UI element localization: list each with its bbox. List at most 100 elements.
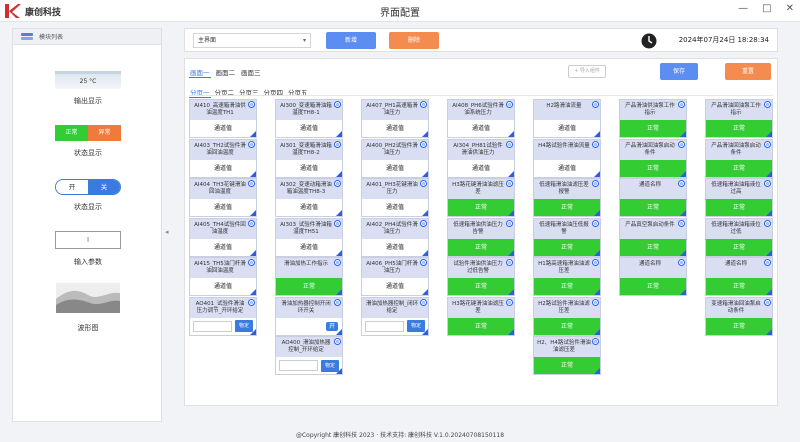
gear-icon[interactable]: ⚙ [592, 219, 599, 227]
card-value-input[interactable] [365, 320, 404, 332]
component-card[interactable]: AI303_试验件滑油箱温度TH51 通道值 ⚙ [275, 217, 343, 257]
component-card[interactable]: AO401_试验件滑油压力调节_开环给定 物定 ⚙ [189, 296, 257, 336]
module-input-param[interactable]: I 输入参数 [13, 231, 163, 267]
component-card[interactable]: AI404_TH3花键滑油回油温度 通道值 ⚙ [189, 178, 257, 217]
gear-icon[interactable]: ⚙ [592, 259, 599, 266]
gear-icon[interactable]: ⚙ [420, 219, 427, 227]
resize-handle-icon[interactable] [766, 249, 772, 256]
component-card[interactable]: AO400_滑油加热器控制_开环给定 物定 ⚙ [275, 336, 343, 375]
component-card[interactable]: 通道名称 正常 ⚙ [619, 178, 687, 217]
gear-icon[interactable]: ⚙ [678, 101, 685, 108]
resize-handle-icon[interactable] [250, 249, 256, 256]
gear-icon[interactable]: ⚙ [334, 338, 341, 345]
import-component-button[interactable]: + 导入组件 [568, 65, 606, 78]
component-card[interactable]: AI300_变速箱滑油箱温度TH8-1 通道值 ⚙ [275, 99, 343, 138]
gear-icon[interactable]: ⚙ [334, 101, 341, 108]
gear-icon[interactable]: ⚙ [592, 338, 599, 345]
module-waveform[interactable]: 波形图 [13, 283, 163, 333]
gear-icon[interactable]: ⚙ [764, 180, 771, 187]
component-card[interactable]: 低速箱滑油油箱液位过高 正常 ⚙ [705, 178, 773, 217]
gear-icon[interactable]: ⚙ [506, 298, 513, 306]
tab-screen-2[interactable]: 画面二 [215, 67, 237, 78]
resize-handle-icon[interactable] [766, 131, 772, 137]
component-card[interactable]: 产品滑油回油泵工作指示 正常 ⚙ [705, 99, 773, 138]
tab-screen-1[interactable]: 画面一 [189, 67, 211, 78]
resize-handle-icon[interactable] [422, 249, 428, 256]
gear-icon[interactable]: ⚙ [764, 298, 771, 306]
minimize-icon[interactable]: — [738, 3, 748, 14]
component-card[interactable]: AI406_PH5油门杆滑油压力 通道值 ⚙ [361, 257, 429, 296]
resize-handle-icon[interactable] [594, 289, 600, 295]
gear-icon[interactable]: ⚙ [334, 180, 341, 187]
close-icon[interactable]: ✕ [786, 3, 794, 14]
resize-handle-icon[interactable] [508, 170, 514, 177]
gear-icon[interactable]: ⚙ [592, 180, 599, 187]
module-status-display[interactable]: 正常 异常 状态显示 [13, 125, 163, 158]
resize-handle-icon[interactable] [766, 170, 772, 177]
component-card[interactable]: AI304_PH81试验件滑油供油压力 通道值 ⚙ [447, 138, 515, 178]
resize-handle-icon[interactable] [336, 210, 342, 216]
component-card[interactable]: H3路花键滑油油滤压差 正常 ⚙ [447, 178, 515, 217]
component-card[interactable]: 低速箱滑油油滤压差报警 正常 ⚙ [533, 178, 601, 217]
resize-handle-icon[interactable] [508, 249, 514, 256]
resize-handle-icon[interactable] [680, 210, 686, 216]
component-card[interactable]: AI407_PH1高速箱滑油压力 通道值 ⚙ [361, 99, 429, 138]
gear-icon[interactable]: ⚙ [334, 140, 341, 148]
component-card[interactable]: AI401_PH3花键滑油压力 通道值 ⚙ [361, 178, 429, 217]
gear-icon[interactable]: ⚙ [334, 219, 341, 227]
gear-icon[interactable]: ⚙ [506, 140, 513, 148]
resize-handle-icon[interactable] [422, 131, 428, 137]
resize-handle-icon[interactable] [680, 131, 686, 137]
module-toggle-display[interactable]: 开 关 状态显示 [13, 179, 163, 212]
gear-icon[interactable]: ⚙ [248, 101, 255, 108]
resize-handle-icon[interactable] [422, 328, 428, 335]
gear-icon[interactable]: ⚙ [420, 101, 427, 108]
component-card[interactable]: H2路试验件滑油油滤压差 正常 ⚙ [533, 296, 601, 336]
component-card[interactable]: AI403_TH2试验件滑油回油温度 通道值 ⚙ [189, 138, 257, 178]
component-card[interactable]: 滑油加热器控制_闭环给定 物定 ⚙ [361, 296, 429, 336]
resize-handle-icon[interactable] [508, 328, 514, 335]
resize-handle-icon[interactable] [336, 368, 342, 374]
resize-handle-icon[interactable] [594, 249, 600, 256]
gear-icon[interactable]: ⚙ [248, 180, 255, 187]
component-card[interactable]: H1路高速箱滑油油滤压差 正常 ⚙ [533, 257, 601, 296]
resize-handle-icon[interactable] [422, 170, 428, 177]
gear-icon[interactable]: ⚙ [420, 298, 427, 306]
component-card[interactable]: 产品滑油回油泵启动条件 正常 ⚙ [705, 138, 773, 178]
resize-handle-icon[interactable] [422, 210, 428, 216]
gear-icon[interactable]: ⚙ [764, 140, 771, 148]
resize-handle-icon[interactable] [680, 170, 686, 177]
component-card[interactable]: 滑油加热工作指示 正常 ⚙ [275, 257, 343, 296]
resize-handle-icon[interactable] [508, 289, 514, 295]
component-card[interactable]: H2、H4路试验件滑油油滤压差 正常 ⚙ [533, 336, 601, 375]
maximize-icon[interactable]: □ [762, 3, 771, 14]
resize-handle-icon[interactable] [336, 131, 342, 137]
gear-icon[interactable]: ⚙ [678, 140, 685, 148]
card-value-input[interactable] [193, 320, 232, 332]
gear-icon[interactable]: ⚙ [334, 259, 341, 266]
resize-handle-icon[interactable] [250, 289, 256, 295]
resize-handle-icon[interactable] [594, 368, 600, 374]
component-card[interactable]: 通道名称 正常 ⚙ [705, 257, 773, 296]
resize-handle-icon[interactable] [422, 289, 428, 295]
resize-handle-icon[interactable] [508, 210, 514, 216]
gear-icon[interactable]: ⚙ [248, 298, 255, 306]
component-card[interactable]: AI301_变速箱滑油箱温度TH8-2 通道值 ⚙ [275, 138, 343, 178]
card-toggle[interactable]: 开 [276, 318, 342, 335]
resize-handle-icon[interactable] [766, 289, 772, 295]
component-card[interactable]: 产品滑油供油泵工作指示 正常 ⚙ [619, 99, 687, 138]
gear-icon[interactable]: ⚙ [248, 259, 255, 266]
gear-icon[interactable]: ⚙ [678, 219, 685, 227]
resize-handle-icon[interactable] [594, 170, 600, 177]
gear-icon[interactable]: ⚙ [420, 140, 427, 148]
resize-handle-icon[interactable] [594, 131, 600, 137]
component-card[interactable]: AI415_TH5油门杆滑油回油温度 通道值 ⚙ [189, 257, 257, 296]
component-card[interactable]: AI408_PH6试验件滑油系统压力 通道值 ⚙ [447, 99, 515, 138]
collapse-arrow-icon[interactable]: ◂ [165, 228, 175, 240]
resize-handle-icon[interactable] [250, 131, 256, 137]
delete-button[interactable]: 删除 [389, 32, 439, 49]
component-card[interactable]: AI402_PH4试验件滑油压力 通道值 ⚙ [361, 217, 429, 257]
component-card[interactable]: AI410_高速箱滑油供油温度TH1 通道值 ⚙ [189, 99, 257, 138]
component-card[interactable]: 试验件滑油供油压力过低告警 正常 ⚙ [447, 257, 515, 296]
tab-screen-3[interactable]: 画面三 [240, 67, 262, 78]
